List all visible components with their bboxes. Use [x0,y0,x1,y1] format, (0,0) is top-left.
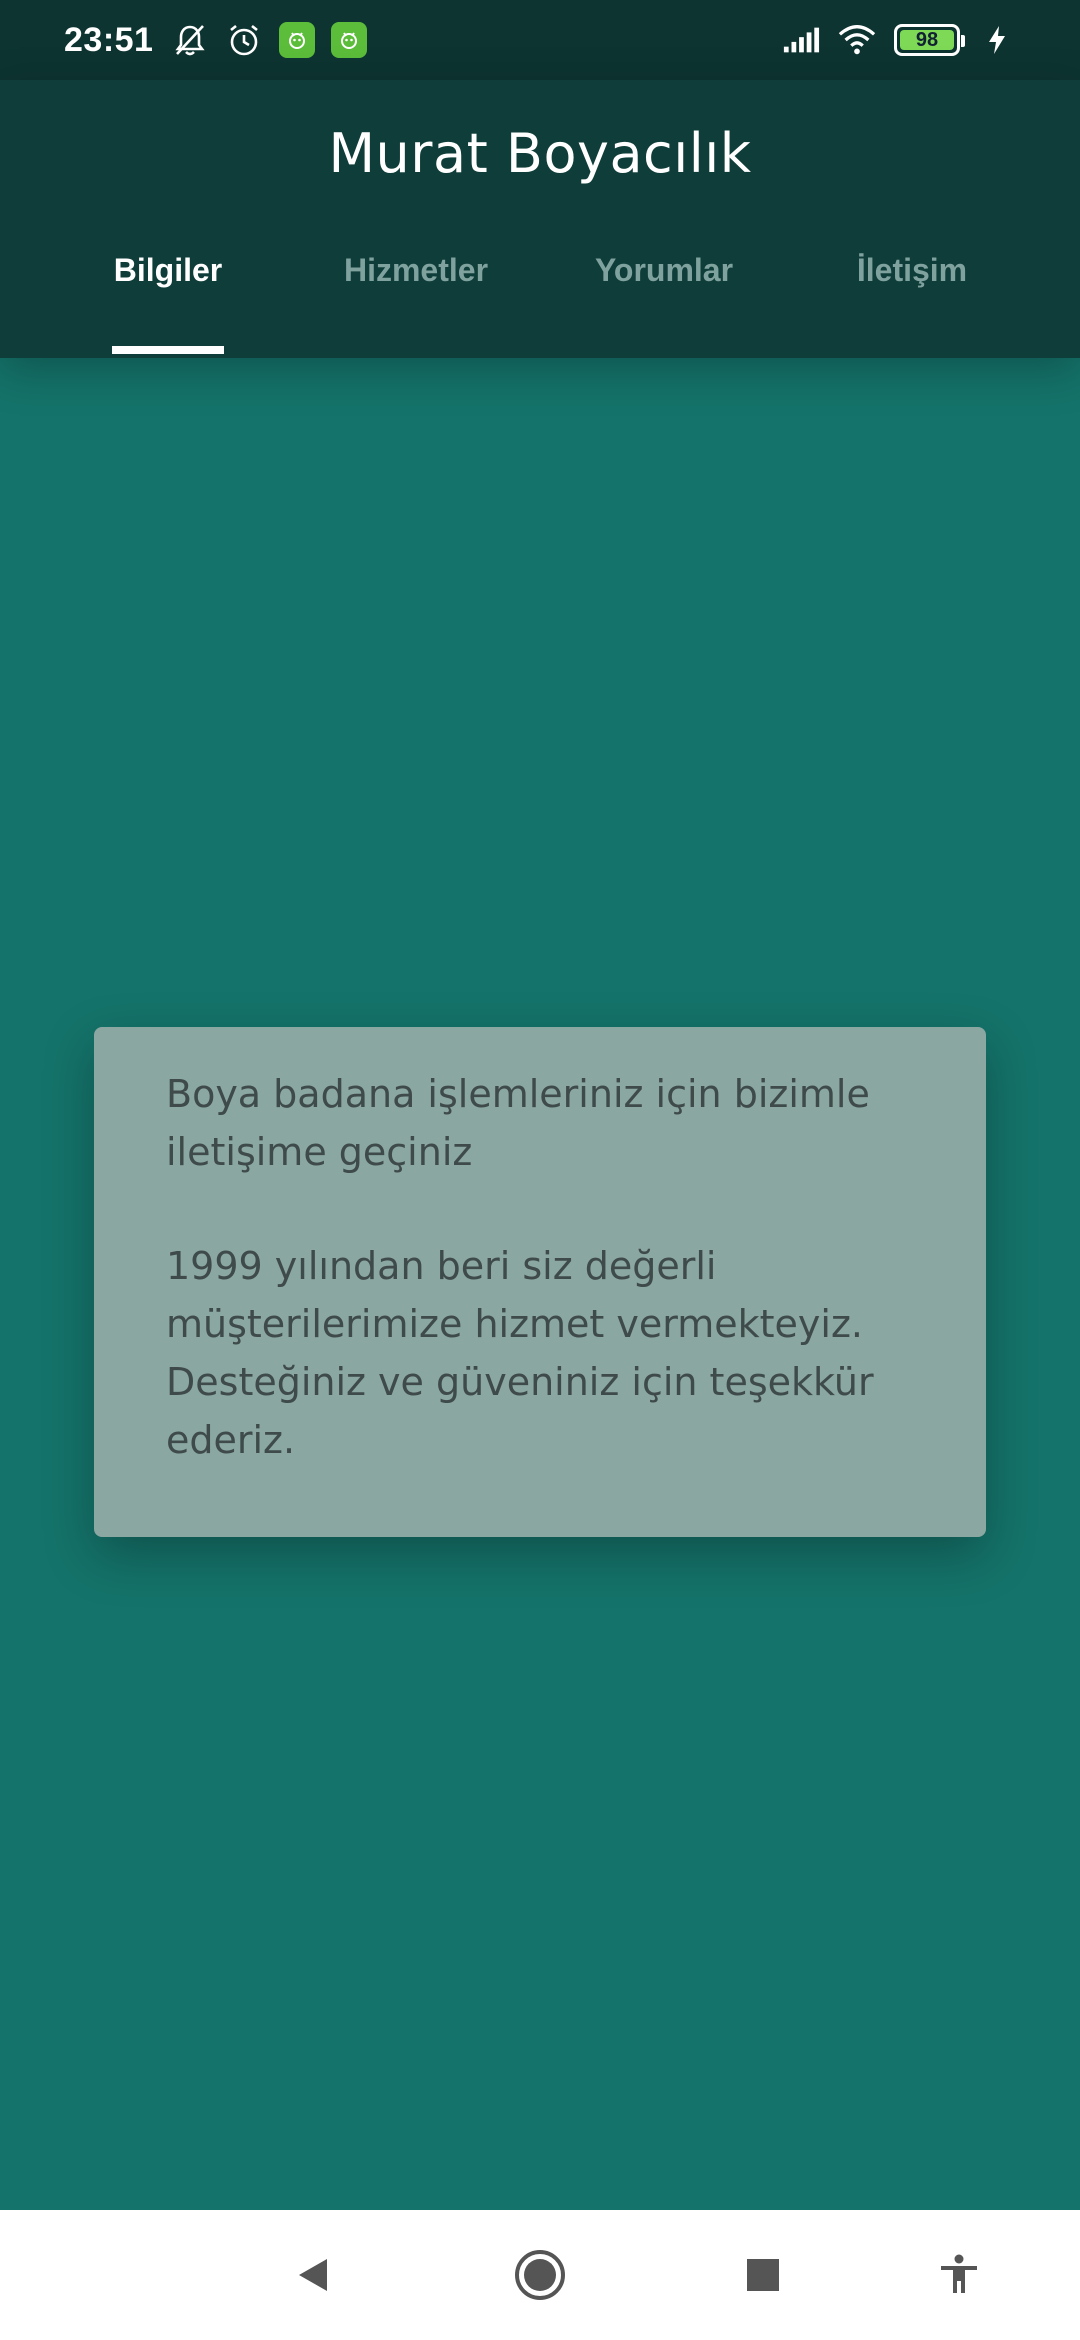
muted-bell-icon [171,21,209,59]
info-paragraph-history: 1999 yılından beri siz değerli müşterile… [166,1244,874,1462]
app-bar: Murat Boyacılık Bilgiler Hizmetler Yorum… [0,80,1080,358]
battery-level: 98 [915,28,939,51]
tab-bilgiler[interactable]: Bilgiler [44,252,292,356]
alarm-clock-icon [225,21,263,59]
active-tab-indicator [112,346,224,354]
charging-bolt-icon [978,21,1016,59]
accessibility-icon[interactable] [924,2240,994,2310]
signal-icon [782,21,820,59]
tab-label: Hizmetler [343,252,489,288]
home-icon[interactable] [505,2240,575,2310]
app-notification-icon [331,22,368,58]
tab-iletisim[interactable]: İletişim [788,252,1036,356]
app-notification-icon [279,22,316,58]
tab-bar: Bilgiler Hizmetler Yorumlar İletişim [0,252,1080,356]
tab-label: Bilgiler [113,252,223,288]
recents-icon[interactable] [728,2240,798,2310]
tab-yorumlar[interactable]: Yorumlar [540,252,788,356]
tab-hizmetler[interactable]: Hizmetler [292,252,540,356]
back-icon[interactable] [278,2240,348,2310]
tab-label: Yorumlar [594,252,734,288]
status-bar: 23:51 98 [0,0,1080,80]
status-right-icons: 98 [782,21,1016,59]
info-paragraph-contact: Boya badana işlemleriniz için bizimle il… [166,1072,870,1174]
battery-icon: 98 [894,24,965,56]
status-left-icons [171,21,368,59]
page-title: Murat Boyacılık [328,122,752,185]
wifi-icon [838,21,876,59]
system-nav-bar [0,2210,1080,2340]
info-card: Boya badana işlemleriniz için bizimle il… [94,1027,986,1537]
tab-label: İletişim [856,252,968,288]
status-time: 23:51 [64,20,154,59]
